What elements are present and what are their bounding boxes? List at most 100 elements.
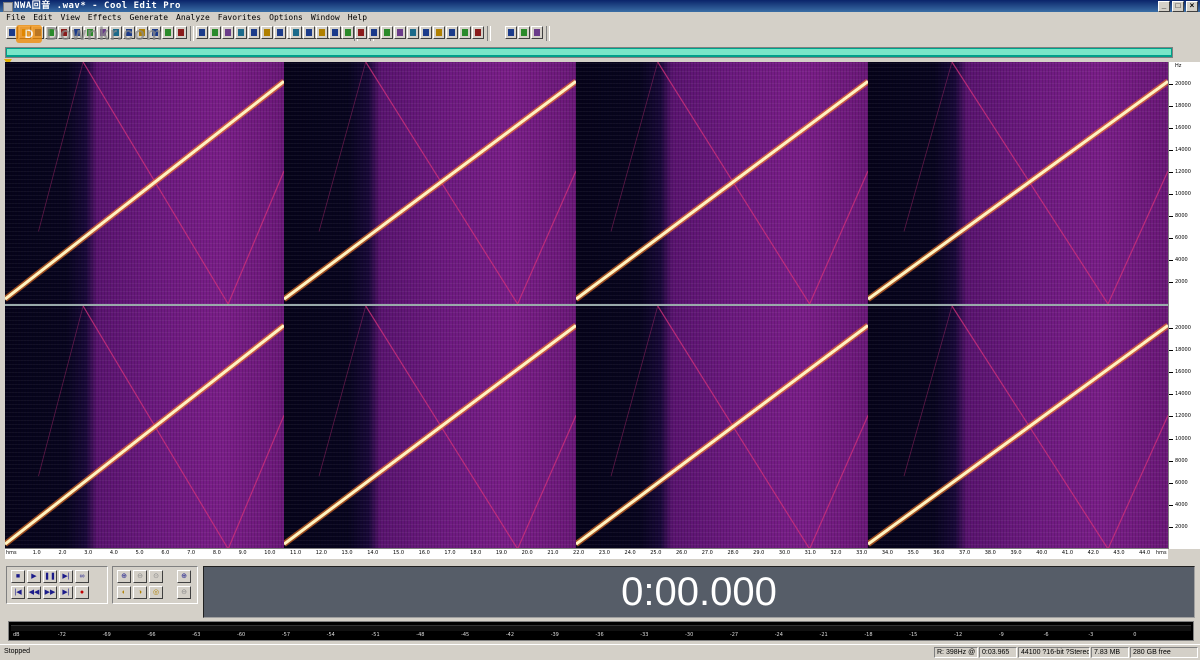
time-unit-end-label: hms [1156,550,1167,556]
db-scale-label: -63 [192,632,201,638]
toolbar-tool-33-icon[interactable] [368,26,380,39]
go-to-start-button[interactable]: |◀ [11,586,25,599]
toolbar-tool-37-icon[interactable] [420,26,432,39]
toolbar-tool-20-icon[interactable] [261,26,273,39]
db-scale-label: -33 [640,632,649,638]
toolbar-tool-34-icon[interactable] [381,26,393,39]
spectrum-segment[interactable] [576,62,868,304]
zoom-full-icon[interactable]: ⊙ [149,570,163,583]
menu-help[interactable]: Help [346,12,369,24]
go-to-end-button[interactable]: ▶| [59,586,73,599]
spectrum-segment[interactable] [868,306,1168,549]
time-unit-start-label: hms [6,550,17,556]
toolbar-tool-43-icon[interactable] [518,26,530,39]
time-tick-label: 5.0 [135,550,144,556]
minimize-button[interactable]: _ [1158,1,1170,12]
toolbar-tool-31-icon[interactable] [342,26,354,39]
time-tick-label: 34.0 [881,550,893,556]
sweep-line [38,306,84,477]
right-channel-spectrum[interactable] [5,306,1168,549]
sweep-line [809,170,868,304]
time-ruler[interactable]: hms 1.0 2.0 3.0 4.0 5.0 6.0 7.0 8.0 9.0 10.0 11.0 12… [5,548,1168,559]
top-hz-tick [1169,260,1173,261]
app-icon[interactable] [3,2,13,12]
toolbar-tool-38-icon[interactable] [433,26,445,39]
toolbar-tool-27-icon[interactable] [290,26,302,39]
db-scale-label: -60 [237,632,246,638]
toolbar-tool-36-icon[interactable] [407,26,419,39]
top-hz-tick [1169,150,1173,151]
toolbar-tool-42-icon[interactable] [505,26,517,39]
record-button[interactable]: ● [75,586,89,599]
bottom-hz-label: 14000 [1175,391,1191,398]
toolbar-tool-41-icon[interactable] [472,26,484,39]
overview-range[interactable] [7,49,1171,55]
loop-button[interactable]: ∞ [75,570,89,583]
stop-button[interactable]: ■ [11,570,25,583]
watermark-logo-icon: D [16,25,42,43]
status-cursor-time: 0:03.965 [979,647,1017,658]
toolbar-tool-17-icon[interactable] [222,26,234,39]
maximize-button[interactable]: □ [1172,1,1184,12]
fast-forward-button[interactable]: ▶▶ [43,586,57,599]
toolbar-tool-16-icon[interactable] [209,26,221,39]
toolbar-tool-21-icon[interactable] [274,26,286,39]
waveform-overview-bar[interactable] [5,47,1173,58]
zoom-out-icon[interactable]: ⊖ [133,570,147,583]
sweep-line [868,324,1168,546]
db-scale-label: -72 [57,632,66,638]
toolbar-tool-30-icon[interactable] [329,26,341,39]
menu-favorites[interactable]: Favorites [216,12,263,24]
toolbar-tool-15-icon[interactable] [196,26,208,39]
time-tick-label: 40.0 [1036,550,1048,556]
close-button[interactable]: × [1186,1,1198,12]
sweep-line [903,62,953,232]
sweep-line [903,306,953,477]
zoom-vertical-in-icon[interactable]: ⊕ [177,570,191,583]
toolbar-tool-44-icon[interactable] [531,26,543,39]
top-hz-tick [1169,84,1173,85]
bottom-hz-label: 8000 [1175,457,1188,464]
pause-button[interactable]: ❚❚ [43,570,57,583]
menu-options[interactable]: Options [267,12,305,24]
bottom-hz-label: 18000 [1175,347,1191,354]
play-button[interactable]: ▶ [27,570,41,583]
spectrum-sweep-graphic [5,62,284,304]
bottom-hz-tick [1169,394,1173,396]
time-tick-label: 23.0 [598,550,610,556]
rewind-button[interactable]: ◀◀ [27,586,41,599]
spectrum-segment[interactable] [868,62,1168,304]
time-tick-label: 36.0 [933,550,945,556]
spectrum-segment[interactable] [5,62,284,304]
spectrum-segment[interactable] [5,306,284,549]
zoom-in-icon[interactable]: ⊕ [117,570,131,583]
left-channel-spectrum[interactable] [5,62,1168,304]
top-hz-label: 20000 [1175,81,1191,87]
toolbar-tool-18-icon[interactable] [235,26,247,39]
zoom-left-icon[interactable]: ◐ [117,586,131,599]
toolbar-tool-19-icon[interactable] [248,26,260,39]
spectrum-segment[interactable] [284,62,576,304]
zoom-vertical-out-icon[interactable]: ⊖ [177,586,191,599]
zoom-right-icon[interactable]: ◑ [133,586,147,599]
db-scale-label: -42 [505,632,515,638]
play-to-end-button[interactable]: ▶| [59,570,73,583]
toolbar-tool-32-icon[interactable] [355,26,367,39]
toolbar-separator [546,26,550,41]
toolbar-tool-35-icon[interactable] [394,26,406,39]
time-tick-label: 24.0 [624,550,636,556]
spectral-view[interactable] [5,62,1168,549]
zoom-selection-icon[interactable]: ◎ [149,586,163,599]
toolbar-tool-28-icon[interactable] [303,26,315,39]
toolbar-tool-40-icon[interactable] [459,26,471,39]
spectrum-segment[interactable] [284,306,576,549]
time-tick-label: 9.0 [238,550,247,556]
status-bar: Stopped R: 398Hz @ 0:03.965 44100 ?16-bi… [0,644,1200,660]
toolbar-tool-39-icon[interactable] [446,26,458,39]
bottom-hz-tick [1169,350,1173,352]
toolbar-tool-29-icon[interactable] [316,26,328,39]
menu-window[interactable]: Window [309,12,342,24]
spectrum-segment[interactable] [576,306,868,549]
db-scale-label: -24 [774,632,783,638]
db-scale-label: -54 [326,632,335,638]
